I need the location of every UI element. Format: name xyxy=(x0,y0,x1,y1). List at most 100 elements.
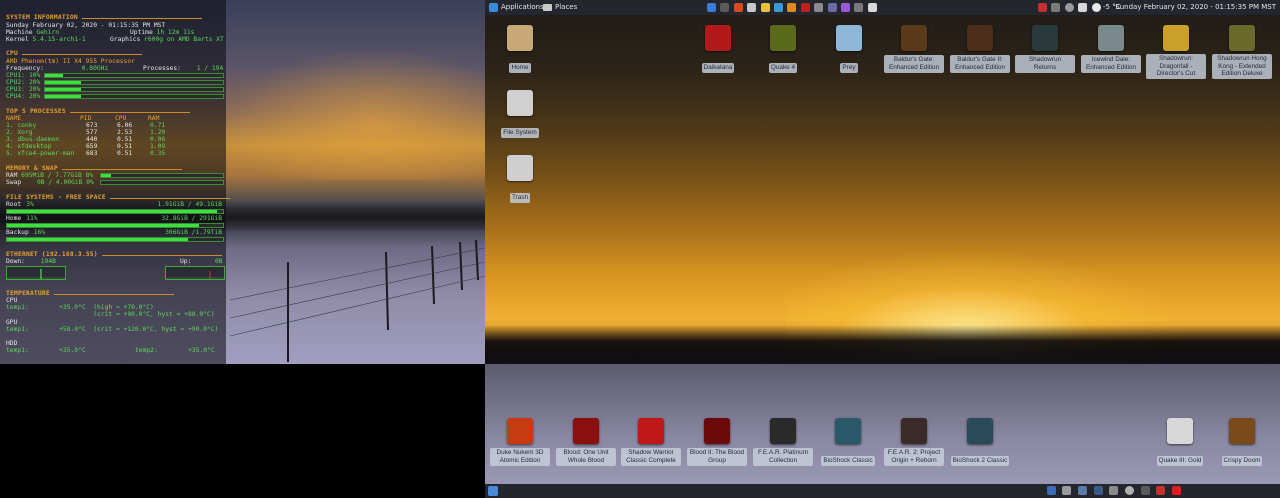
cpu-core-label: CPU2: xyxy=(6,79,25,86)
shortcut-label: File System xyxy=(501,128,539,138)
text-editor-launcher-icon[interactable] xyxy=(747,3,757,12)
places-menu[interactable]: Places xyxy=(543,0,577,15)
ram-label: RAM xyxy=(6,172,18,179)
fear-shortcut[interactable]: F.E.A.R. Platinum Collection xyxy=(753,418,813,466)
shortcut-label: Shadowrun Returns xyxy=(1015,55,1075,73)
shortcut-label: Blood II: The Blood Group xyxy=(687,448,747,466)
shortcut-label: Prey xyxy=(840,63,858,73)
cpu-core-bar xyxy=(44,94,224,99)
fs-bar xyxy=(6,223,224,228)
upload-graph xyxy=(165,266,225,280)
ram-bar xyxy=(100,173,224,178)
pen-icon[interactable] xyxy=(1051,3,1060,12)
printer-launcher-icon[interactable] xyxy=(814,3,824,12)
duke-nukem-shortcut[interactable]: Duke Nukem 3D Atomic Edition xyxy=(490,418,550,466)
fs-pct: 11% xyxy=(26,215,38,222)
settings-launcher-icon[interactable] xyxy=(827,3,837,12)
swap-bar xyxy=(100,180,224,185)
shortcut-label: Shadowrun Hong Kong - Extended Edition D… xyxy=(1212,54,1272,79)
workspace-1-icon[interactable] xyxy=(1047,486,1056,495)
bottom-panel xyxy=(485,484,1280,498)
icewind-dale-shortcut[interactable]: Icewind Dale: Enhanced Edition xyxy=(1081,25,1141,73)
treeline xyxy=(485,325,1280,365)
conky-system-header: SYSTEM INFORMATION xyxy=(6,14,202,21)
show-desktop-icon[interactable] xyxy=(488,486,498,496)
conky-graphics: Graphics r600g on AMD Barts XT xyxy=(110,36,224,43)
blood-shortcut[interactable]: Blood: One Unit Whole Blood xyxy=(556,418,616,466)
quake4-shortcut[interactable]: Quake 4 xyxy=(753,25,813,73)
gimp-launcher-icon[interactable] xyxy=(733,3,743,12)
cpu-core-bar-fill xyxy=(45,74,63,77)
baldurs-gate-icon xyxy=(901,25,927,51)
fs-bar-fill xyxy=(7,210,217,213)
shortcut-label: Crispy Doom xyxy=(1221,456,1263,466)
steam-launcher-icon[interactable] xyxy=(841,3,850,12)
fs-pct: 16% xyxy=(33,229,46,236)
terminal-icon[interactable] xyxy=(1141,486,1150,495)
cpu-core-bar xyxy=(44,80,224,85)
fear2-shortcut[interactable]: F.E.A.R. 2: Project Origin + Reborn xyxy=(884,418,944,466)
doom-shortcut[interactable]: Crispy Doom xyxy=(1212,418,1272,466)
workspace-2-icon[interactable] xyxy=(1062,486,1071,495)
volume-icon[interactable] xyxy=(1078,3,1087,12)
left-monitor-desktop: SYSTEM INFORMATION Sunday February 02, 2… xyxy=(0,0,485,364)
shortcut-label: Blood: One Unit Whole Blood xyxy=(556,448,616,466)
shadowrun-returns-shortcut[interactable]: Shadowrun Returns xyxy=(1015,25,1075,73)
cpu-core-bar xyxy=(44,87,224,92)
bioshock2-shortcut[interactable]: BioShock 2 Classic xyxy=(950,418,1010,466)
fs-label: Backup xyxy=(6,229,29,236)
applications-menu[interactable]: Applications xyxy=(489,0,544,15)
bioshock2-icon xyxy=(967,418,993,444)
shadowrun-hongkong-shortcut[interactable]: Shadowrun Hong Kong - Extended Edition D… xyxy=(1212,25,1272,79)
pdf-icon[interactable] xyxy=(1156,486,1165,495)
shadowrun-dragonfall-shortcut[interactable]: Shadowrun: Dragonfall - Director's Cut xyxy=(1146,25,1206,79)
calculator-launcher-icon[interactable] xyxy=(867,3,877,12)
shortcut-label: BioShock Classic xyxy=(821,456,875,466)
quake3-shortcut[interactable]: Quake III: Gold xyxy=(1150,418,1210,466)
archive-launcher-icon[interactable] xyxy=(854,3,864,12)
baldurs-gate-2-shortcut[interactable]: Baldur's Gate II: Enhanced Edition xyxy=(950,25,1010,73)
terminal-launcher-icon[interactable] xyxy=(720,3,730,12)
flag-icon[interactable] xyxy=(1038,3,1047,12)
blood2-shortcut[interactable]: Blood II: The Blood Group xyxy=(687,418,747,466)
right-monitor-desktop: Applications Places -5 °C Sunday Februar… xyxy=(485,0,1280,498)
files-launcher-icon[interactable] xyxy=(707,3,716,12)
process-name: 5. xfce4-power-man xyxy=(6,150,75,157)
uptime-value: 1h 12m 11s xyxy=(156,29,195,36)
firefox-launcher-icon[interactable] xyxy=(787,3,797,12)
workspace-4-icon[interactable] xyxy=(1094,486,1103,495)
close-icon[interactable] xyxy=(1172,486,1181,495)
cpu-core-bar-fill xyxy=(45,88,81,91)
xfce-logo-icon xyxy=(489,3,498,12)
media-launcher-icon[interactable] xyxy=(800,3,810,12)
workspace-3-icon[interactable] xyxy=(1078,486,1087,495)
swap-value: 0B / 4.00GiB 0% xyxy=(36,179,94,186)
process-pid: 683 xyxy=(86,150,98,157)
trash-shortcut[interactable]: Trash xyxy=(490,155,550,203)
folder-home-icon xyxy=(507,25,533,51)
disc-icon[interactable] xyxy=(1125,486,1134,495)
drive-shortcut[interactable]: File System xyxy=(490,90,550,138)
workspace-5-icon[interactable] xyxy=(1109,486,1118,495)
shortcut-label: Baldur's Gate: Enhanced Edition xyxy=(884,55,944,73)
shortcut-label: Quake III: Gold xyxy=(1156,456,1204,466)
cpu-core-value: 20% xyxy=(28,79,41,86)
folder-home-shortcut[interactable]: Home xyxy=(490,25,550,73)
fs-row: Backup 16% xyxy=(6,229,45,236)
daikatana-icon xyxy=(705,25,731,51)
prey-shortcut[interactable]: Prey xyxy=(819,25,879,73)
notes-launcher-icon[interactable] xyxy=(760,3,770,12)
baldurs-gate-shortcut[interactable]: Baldur's Gate: Enhanced Edition xyxy=(884,25,944,73)
shadowrun-hongkong-icon xyxy=(1229,25,1255,51)
daikatana-shortcut[interactable]: Daikatana xyxy=(688,25,748,73)
shadow-warrior-shortcut[interactable]: Shadow Warrior Classic Complete xyxy=(621,418,681,466)
power-icon[interactable] xyxy=(1065,3,1074,12)
ram-bar-fill xyxy=(101,174,111,177)
cpu-core-row: CPU4: 20% xyxy=(6,93,40,100)
bioshock-shortcut[interactable]: BioShock Classic xyxy=(818,418,878,466)
fs-pct: 3% xyxy=(26,201,34,208)
panel-clock[interactable]: Sunday February 02, 2020 - 01:15:35 PM M… xyxy=(1115,0,1276,15)
proc-label: Processes: xyxy=(143,65,181,72)
weather-icon[interactable] xyxy=(1092,3,1101,12)
browser-launcher-icon[interactable] xyxy=(774,3,783,12)
